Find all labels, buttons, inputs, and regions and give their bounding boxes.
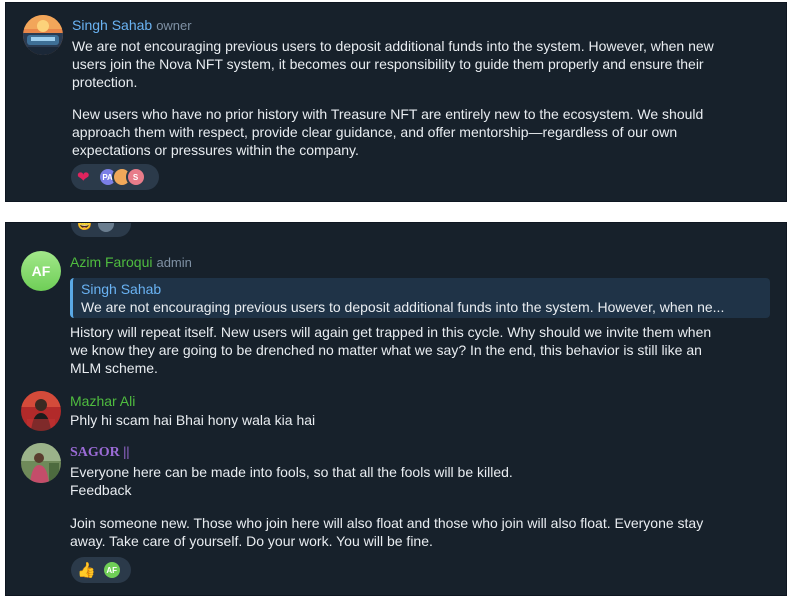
role-badge: owner <box>156 18 192 33</box>
sender-name-label: Azim Faroqui <box>70 254 153 270</box>
sender-name-label: Mazhar Ali <box>70 393 136 409</box>
sender-name[interactable]: Singh Sahab owner <box>72 17 192 33</box>
reply-sender: Singh Sahab <box>81 281 162 297</box>
role-badge: admin <box>156 255 192 270</box>
reactor-avatar-s: S <box>125 167 146 187</box>
avatar-sagor[interactable] <box>21 443 61 483</box>
avatar-initials: AF <box>31 263 51 279</box>
message-text-2: Join someone new. Those who join here wi… <box>70 515 704 549</box>
reactor-avatar-cut <box>95 223 116 234</box>
message-text: History will repeat itself. New users wi… <box>70 324 712 376</box>
avatar-mazhar-ali[interactable] <box>21 391 61 431</box>
sender-name-label: SAGOR || <box>70 445 130 460</box>
heart-icon: ❤ <box>77 169 90 186</box>
message-panel-bottom: 😄 AF Azim Faroqui admin Singh Sahab We ar… <box>5 222 787 596</box>
message-panel-top: Singh Sahab owner We are not encouraging … <box>5 2 787 202</box>
reactor-avatar-af: AF <box>101 560 122 580</box>
thumbs-up-icon: 👍 <box>77 562 96 579</box>
message-paragraph-1: We are not encouraging previous users to… <box>72 38 714 90</box>
reply-text: We are not encouraging previous users to… <box>81 299 725 315</box>
avatar-azim-faroqui[interactable]: AF <box>21 251 61 291</box>
reply-quote[interactable]: Singh Sahab We are not encouraging previ… <box>70 278 770 318</box>
message-paragraph-2: New users who have no prior history with… <box>72 106 704 158</box>
avatar-singh-sahab[interactable] <box>23 15 63 55</box>
person-photo-icon <box>21 443 61 483</box>
smile-emoji-icon: 😄 <box>77 222 92 231</box>
reaction-bar[interactable]: ❤ PA S <box>71 164 159 190</box>
reaction-bar[interactable]: 👍 AF <box>71 557 131 583</box>
sender-name[interactable]: Mazhar Ali <box>70 393 135 409</box>
sender-name[interactable]: Azim Faroqui admin <box>70 254 192 270</box>
message-text: Everyone here can be made into fools, so… <box>70 464 513 498</box>
person-photo-icon <box>21 391 61 431</box>
landscape-avatar-icon <box>23 15 63 55</box>
sender-name[interactable]: SAGOR || <box>70 445 129 461</box>
message-text: Phly hi scam hai Bhai hony wala kia hai <box>70 412 316 428</box>
cutoff-reaction-bar[interactable]: 😄 <box>71 222 131 237</box>
sender-name-label: Singh Sahab <box>72 17 153 33</box>
